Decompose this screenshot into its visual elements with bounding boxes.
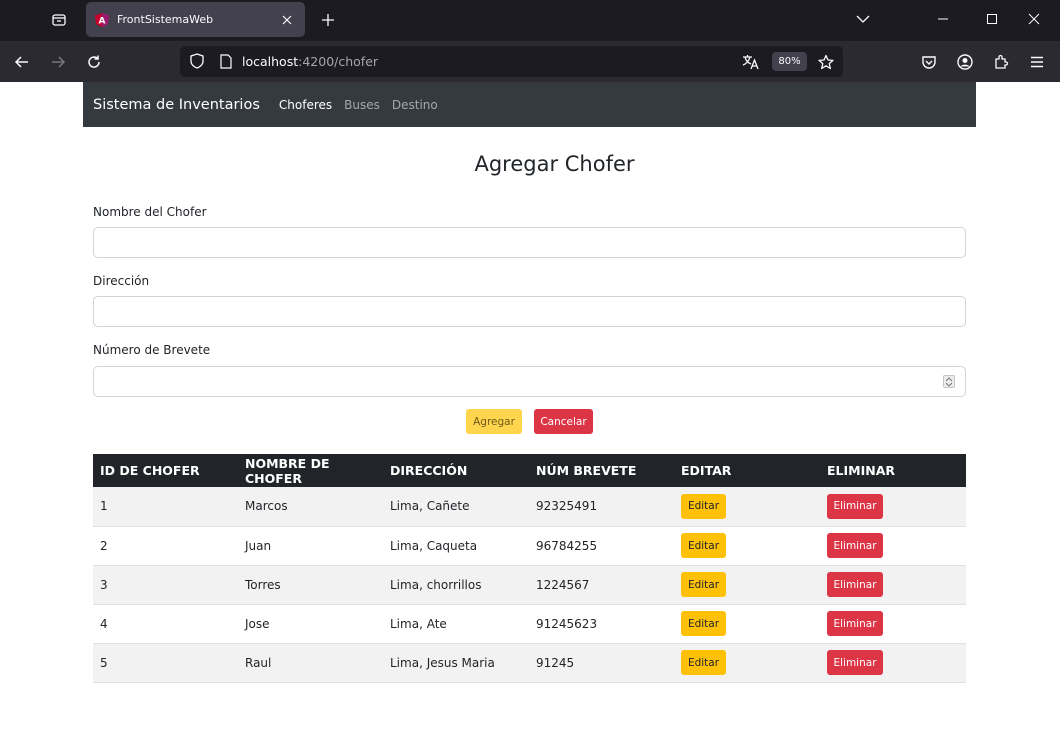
col-header-eliminar: ELIMINAR bbox=[820, 454, 966, 487]
cell-eliminar: Eliminar bbox=[820, 487, 966, 527]
url-bar[interactable]: localhost:4200/chofer 80% bbox=[180, 46, 843, 77]
cell-editar: Editar bbox=[674, 487, 820, 527]
agregar-button[interactable]: Agregar bbox=[466, 409, 522, 434]
translate-icon[interactable] bbox=[740, 51, 762, 73]
cell-id: 1 bbox=[93, 487, 238, 527]
eliminar-button[interactable]: Eliminar bbox=[827, 572, 883, 597]
url-text: localhost:4200/chofer bbox=[242, 54, 379, 69]
number-spinner-icon[interactable] bbox=[943, 375, 955, 388]
forward-arrow-icon[interactable] bbox=[45, 49, 71, 75]
cell-eliminar: Eliminar bbox=[820, 565, 966, 605]
col-header-direccion: DIRECCIÓN bbox=[383, 454, 529, 487]
cell-editar: Editar bbox=[674, 643, 820, 683]
editar-button[interactable]: Editar bbox=[681, 611, 726, 636]
eliminar-button[interactable]: Eliminar bbox=[827, 650, 883, 675]
cell-brevete: 91245623 bbox=[529, 604, 674, 644]
window-close-icon[interactable] bbox=[1019, 5, 1049, 33]
menu-hamburger-icon[interactable] bbox=[1024, 49, 1050, 75]
cell-direccion: Lima, Jesus Maria bbox=[383, 643, 529, 683]
direccion-label: Dirección bbox=[93, 274, 150, 288]
table-row: 4 Jose Lima, Ate 91245623 Editar Elimina… bbox=[93, 604, 966, 644]
cell-direccion: Lima, Cañete bbox=[383, 487, 529, 527]
nombre-label: Nombre del Chofer bbox=[93, 205, 207, 219]
col-header-brevete: NÚM BREVETE bbox=[529, 454, 674, 487]
cell-nombre: Jose bbox=[238, 604, 383, 644]
tab-title: FrontSistemaWeb bbox=[117, 13, 214, 26]
direccion-input[interactable] bbox=[93, 296, 966, 327]
cell-brevete: 91245 bbox=[529, 643, 674, 683]
editar-button[interactable]: Editar bbox=[681, 572, 726, 597]
nav-link-buses[interactable]: Buses bbox=[344, 98, 380, 112]
cell-brevete: 92325491 bbox=[529, 487, 674, 527]
tab-overflow-chevron-icon[interactable] bbox=[848, 5, 878, 33]
nav-link-choferes[interactable]: Choferes bbox=[279, 98, 332, 112]
bookmark-star-icon[interactable] bbox=[815, 51, 837, 73]
browser-tab-strip: A FrontSistemaWeb bbox=[0, 0, 1060, 41]
cell-editar: Editar bbox=[674, 526, 820, 566]
cell-id: 4 bbox=[93, 604, 238, 644]
tab-close-icon[interactable] bbox=[275, 8, 299, 32]
table-row: 2 Juan Lima, Caqueta 96784255 Editar Eli… bbox=[93, 526, 966, 566]
cell-id: 2 bbox=[93, 526, 238, 566]
shield-icon[interactable] bbox=[186, 50, 208, 72]
zoom-level[interactable]: 80% bbox=[772, 52, 807, 71]
eliminar-button[interactable]: Eliminar bbox=[827, 611, 883, 636]
page-title: Agregar Chofer bbox=[474, 152, 635, 176]
new-tab-icon[interactable] bbox=[316, 8, 340, 32]
svg-text:A: A bbox=[99, 16, 106, 26]
table-header-row: ID DE CHOFER NOMBRE DE CHOFER DIRECCIÓN … bbox=[93, 454, 966, 487]
browser-toolbar: localhost:4200/chofer 80% bbox=[0, 41, 1060, 82]
eliminar-button[interactable]: Eliminar bbox=[827, 533, 883, 558]
cell-nombre: Torres bbox=[238, 565, 383, 605]
cell-direccion: Lima, Ate bbox=[383, 604, 529, 644]
table-row: 3 Torres Lima, chorrillos 1224567 Editar… bbox=[93, 565, 966, 605]
editar-button[interactable]: Editar bbox=[681, 650, 726, 675]
cell-nombre: Juan bbox=[238, 526, 383, 566]
cell-brevete: 96784255 bbox=[529, 526, 674, 566]
cell-direccion: Lima, chorrillos bbox=[383, 565, 529, 605]
browser-tab[interactable]: A FrontSistemaWeb bbox=[86, 2, 305, 37]
cell-direccion: Lima, Caqueta bbox=[383, 526, 529, 566]
cancelar-button[interactable]: Cancelar bbox=[534, 409, 593, 434]
account-icon[interactable] bbox=[952, 49, 978, 75]
choferes-table: ID DE CHOFER NOMBRE DE CHOFER DIRECCIÓN … bbox=[93, 454, 966, 683]
minimize-icon[interactable] bbox=[928, 5, 958, 33]
reload-icon[interactable] bbox=[81, 49, 107, 75]
table-row: 1 Marcos Lima, Cañete 92325491 Editar El… bbox=[93, 487, 966, 527]
cell-eliminar: Eliminar bbox=[820, 604, 966, 644]
cell-eliminar: Eliminar bbox=[820, 526, 966, 566]
navbar-brand[interactable]: Sistema de Inventarios bbox=[93, 97, 260, 113]
table-row: 5 Raul Lima, Jesus Maria 91245 Editar El… bbox=[93, 643, 966, 683]
col-header-nombre: NOMBRE DE CHOFER bbox=[238, 454, 383, 487]
cell-id: 3 bbox=[93, 565, 238, 605]
cell-editar: Editar bbox=[674, 565, 820, 605]
col-header-id: ID DE CHOFER bbox=[93, 454, 238, 487]
nombre-input[interactable] bbox=[93, 227, 966, 258]
editar-button[interactable]: Editar bbox=[681, 493, 726, 519]
col-header-editar: EDITAR bbox=[674, 454, 820, 487]
cell-nombre: Marcos bbox=[238, 487, 383, 527]
extensions-icon[interactable] bbox=[988, 49, 1014, 75]
cell-brevete: 1224567 bbox=[529, 565, 674, 605]
cell-nombre: Raul bbox=[238, 643, 383, 683]
app-navbar: Sistema de Inventarios Choferes Buses De… bbox=[83, 82, 976, 127]
brevete-label: Número de Brevete bbox=[93, 343, 211, 357]
maximize-icon[interactable] bbox=[977, 5, 1007, 33]
angular-logo-icon: A bbox=[95, 12, 109, 27]
tab-list-icon[interactable] bbox=[46, 8, 72, 32]
editar-button[interactable]: Editar bbox=[681, 533, 726, 558]
back-arrow-icon[interactable] bbox=[9, 49, 35, 75]
nav-link-destino[interactable]: Destino bbox=[392, 98, 438, 112]
brevete-input[interactable] bbox=[93, 366, 966, 397]
cell-editar: Editar bbox=[674, 604, 820, 644]
eliminar-button[interactable]: Eliminar bbox=[827, 493, 883, 519]
cell-eliminar: Eliminar bbox=[820, 643, 966, 683]
pocket-icon[interactable] bbox=[916, 49, 942, 75]
cell-id: 5 bbox=[93, 643, 238, 683]
page-info-icon[interactable] bbox=[216, 51, 236, 71]
